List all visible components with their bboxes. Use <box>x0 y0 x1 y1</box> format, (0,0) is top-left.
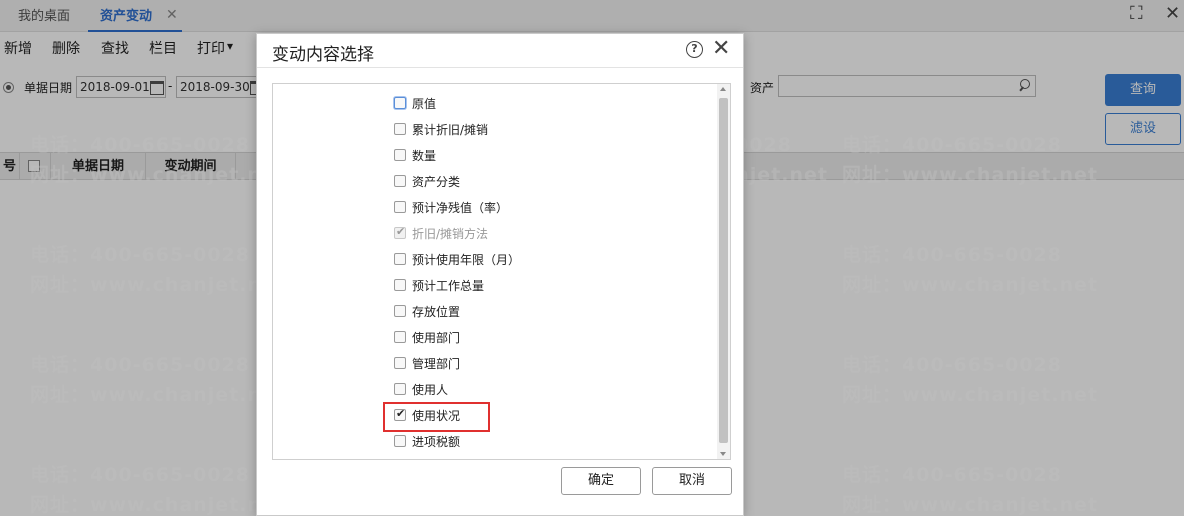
scroll-down-icon[interactable] <box>720 452 726 456</box>
checkbox[interactable] <box>394 383 406 395</box>
option-label: 数量 <box>412 149 437 163</box>
watermark-phone: 电话：400-665-0028 <box>30 134 250 156</box>
option-label: 存放位置 <box>412 305 461 319</box>
dialog-divider <box>257 67 743 68</box>
watermark-site: 网址：www.chanjet.net <box>30 274 286 296</box>
close-icon[interactable]: ✕ <box>712 36 730 62</box>
watermark-phone: 电话：400-665-0028 <box>30 354 250 376</box>
option-label: 使用部门 <box>412 331 461 345</box>
watermark-site: 网址：www.chanjet.net <box>842 384 1098 406</box>
checkbox[interactable] <box>394 201 406 213</box>
confirm-button[interactable]: 确定 <box>561 467 641 495</box>
checkbox[interactable] <box>394 331 406 343</box>
watermark-phone: 电话：400-665-0028 <box>842 464 1062 486</box>
scroll-up-icon[interactable] <box>720 87 726 91</box>
checkbox[interactable] <box>394 435 406 447</box>
checkbox[interactable] <box>394 253 406 265</box>
watermark-site: 网址：www.chanjet.net <box>30 494 286 516</box>
watermark-phone: 电话：400-665-0028 <box>842 244 1062 266</box>
watermark-phone: 电话：400-665-0028 <box>30 464 250 486</box>
checkbox[interactable] <box>394 357 406 369</box>
dialog-title: 变动内容选择 <box>272 45 374 65</box>
option-label: 原值 <box>412 97 437 111</box>
watermark-site: 网址：www.chanjet.net <box>842 274 1098 296</box>
option-label: 折旧/摊销方法 <box>412 227 489 241</box>
watermark-phone: 电话：400-665-0028 <box>842 354 1062 376</box>
cancel-button[interactable]: 取消 <box>652 467 732 495</box>
checkbox[interactable] <box>394 149 406 161</box>
watermark-site: 网址：www.chanjet.net <box>842 494 1098 516</box>
checkbox[interactable] <box>394 123 406 135</box>
help-icon[interactable]: ? <box>686 41 703 58</box>
option-label: 预计工作总量 <box>412 279 485 293</box>
checkbox[interactable] <box>394 305 406 317</box>
checkbox[interactable] <box>394 279 406 291</box>
option-label: 累计折旧/摊销 <box>412 123 489 137</box>
watermark-phone: 电话：400-665-0028 <box>30 244 250 266</box>
option-label: 预计净残值（率） <box>412 201 509 215</box>
option-label: 进项税额 <box>412 435 461 449</box>
watermark-site: 网址：www.chanjet.net <box>842 164 1098 186</box>
watermark-site: 网址：www.chanjet.net <box>30 384 286 406</box>
option-label: 使用人 <box>412 383 449 397</box>
checkbox <box>394 225 406 239</box>
checkbox[interactable] <box>394 175 406 187</box>
watermark-site: 网址：www.chanjet.net <box>30 164 286 186</box>
option-label: 预计使用年限（月） <box>412 253 521 267</box>
options-list: 原值 累计折旧/摊销 数量 资产分类 预计净残值（率） 折旧/摊销方法 预计使用… <box>272 83 731 460</box>
checkbox[interactable] <box>394 97 406 109</box>
option-label: 资产分类 <box>412 175 461 189</box>
highlight-box <box>383 402 490 432</box>
scroll-thumb[interactable] <box>719 98 728 443</box>
change-content-dialog: 变动内容选择 ? ✕ 原值 累计折旧/摊销 数量 资产分类 预计净残值（率） 折… <box>256 33 744 516</box>
watermark-phone: 电话：400-665-0028 <box>842 134 1062 156</box>
scrollbar[interactable] <box>717 84 730 459</box>
option-label: 管理部门 <box>412 357 461 371</box>
